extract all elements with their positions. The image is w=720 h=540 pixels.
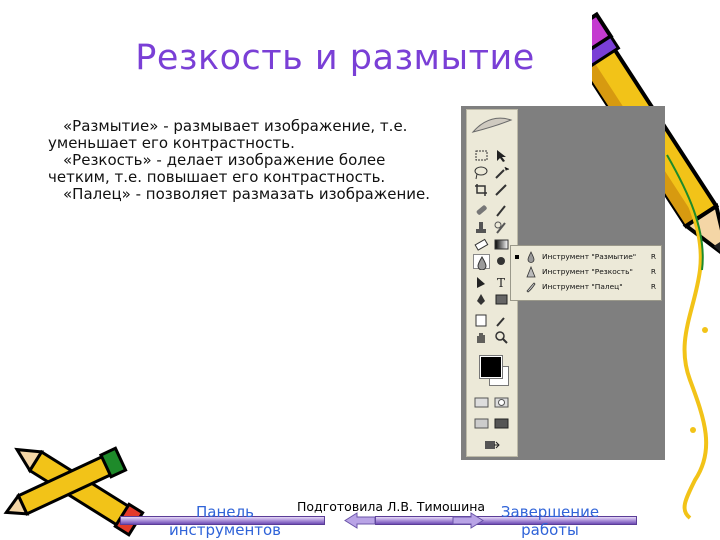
screen-mode-icon[interactable]: [473, 416, 490, 431]
flyout-item-smudge[interactable]: Инструмент "Палец" R: [513, 280, 659, 294]
path-selection-tool-icon[interactable]: [473, 275, 490, 290]
paragraph-blur: «Размытие» - размывает изображение, т.е.…: [48, 117, 408, 152]
foreground-color-swatch[interactable]: [479, 355, 503, 379]
rectangle-tool-icon[interactable]: [493, 292, 510, 307]
brush-tool-icon[interactable]: [493, 203, 510, 218]
flyout-label: Инструмент "Размытие": [542, 252, 637, 261]
clone-stamp-tool-icon[interactable]: [473, 220, 490, 235]
full-screen-mode-icon[interactable]: [493, 416, 510, 431]
jump-to-imageready-icon[interactable]: [483, 437, 500, 452]
lasso-tool-icon[interactable]: [473, 165, 490, 180]
dodge-tool-icon[interactable]: [493, 254, 510, 269]
finish-work-link[interactable]: Завершение работы: [490, 503, 610, 539]
shortcut-key: R: [650, 267, 656, 276]
photoshop-screenshot: T Инструмент "Размытие" R Инструмент "Ре…: [461, 106, 665, 460]
tools-panel-link[interactable]: Панель инструментов: [150, 503, 300, 539]
feather-logo: [467, 110, 517, 138]
selected-bullet-icon: [515, 255, 519, 259]
hand-tool-icon[interactable]: [473, 330, 490, 345]
svg-text:T: T: [497, 276, 505, 290]
history-brush-tool-icon[interactable]: [493, 220, 510, 235]
slide-title: Резкость и размытие: [135, 38, 535, 78]
healing-brush-tool-icon[interactable]: [473, 203, 490, 218]
flyout-label: Инструмент "Палец": [542, 282, 623, 291]
pen-tool-icon[interactable]: [473, 292, 490, 307]
flyout-label: Инструмент "Резкость": [542, 267, 633, 276]
magic-wand-tool-icon[interactable]: [493, 165, 510, 180]
move-tool-icon[interactable]: [493, 148, 510, 163]
quick-mask-mode-icon[interactable]: [493, 395, 510, 410]
zoom-tool-icon[interactable]: [493, 330, 510, 345]
author-credit: Подготовила Л.В. Тимошина: [297, 499, 486, 514]
slide-body: «Размытие» - размывает изображение, т.е.…: [48, 118, 443, 203]
eyedropper-tool-icon[interactable]: [493, 313, 510, 328]
type-tool-icon[interactable]: T: [493, 275, 510, 290]
marquee-tool-icon[interactable]: [473, 148, 490, 163]
flyout-item-blur[interactable]: Инструмент "Размытие" R: [513, 250, 659, 264]
gradient-tool-icon[interactable]: [493, 237, 510, 252]
feather-icon: [471, 117, 513, 133]
paragraph-smudge: «Палец» - позволяет размазать изображени…: [63, 185, 430, 203]
paragraph-sharpen: «Резкость» - делает изображение более че…: [48, 151, 386, 186]
flyout-item-sharpen[interactable]: Инструмент "Резкость" R: [513, 265, 659, 279]
crop-tool-icon[interactable]: [473, 182, 490, 197]
standard-mode-icon[interactable]: [473, 395, 490, 410]
notes-tool-icon[interactable]: [473, 313, 490, 328]
shortcut-key: R: [650, 282, 656, 291]
shortcut-key: R: [650, 252, 656, 261]
slice-tool-icon[interactable]: [493, 182, 510, 197]
eraser-tool-icon[interactable]: [473, 237, 490, 252]
sharpen-cone-icon: [526, 266, 536, 278]
blur-drop-icon: [527, 251, 535, 263]
blur-tool-icon[interactable]: [473, 254, 490, 270]
blur-tools-flyout-menu: Инструмент "Размытие" R Инструмент "Резк…: [510, 245, 662, 301]
smudge-finger-icon: [526, 282, 536, 293]
